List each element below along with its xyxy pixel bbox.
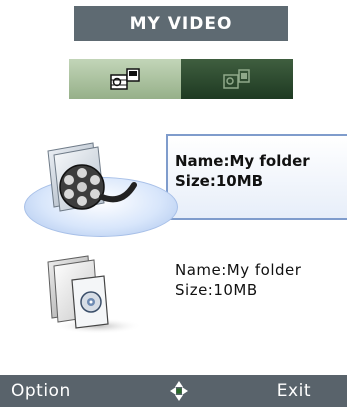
item-name: Name:My folder	[175, 261, 302, 279]
list-item[interactable]: Name:My folder Size:10MB	[0, 117, 347, 237]
item-details: Name:My folder Size:10MB	[175, 151, 310, 191]
list-item[interactable]: Name:My folder Size:10MB	[0, 230, 347, 340]
navigation-arrows-icon	[169, 380, 189, 402]
phone-screen: MY VIDEO Name:My folder Size:10MB Name:M…	[0, 0, 347, 407]
exit-softkey[interactable]: Exit	[277, 381, 311, 401]
item-details: Name:My folder Size:10MB	[175, 260, 301, 300]
option-softkey[interactable]: Option	[11, 381, 71, 401]
page-title: MY VIDEO	[74, 6, 288, 41]
item-size: Size:10MB	[175, 281, 258, 299]
item-size: Size:10MB	[175, 172, 264, 190]
video-folder-disc-icon	[38, 242, 148, 338]
video-folder-icon	[107, 66, 143, 92]
tab-bar	[69, 59, 293, 99]
tab-video-files[interactable]	[181, 59, 293, 99]
video-file-icon	[219, 66, 255, 92]
tab-video-folders[interactable]	[69, 59, 181, 99]
video-folder-reel-icon	[38, 129, 148, 225]
item-name: Name:My folder	[175, 152, 310, 170]
video-list: Name:My folder Size:10MB Name:My folder …	[0, 105, 347, 375]
softkey-bar: Option Exit	[0, 375, 347, 407]
